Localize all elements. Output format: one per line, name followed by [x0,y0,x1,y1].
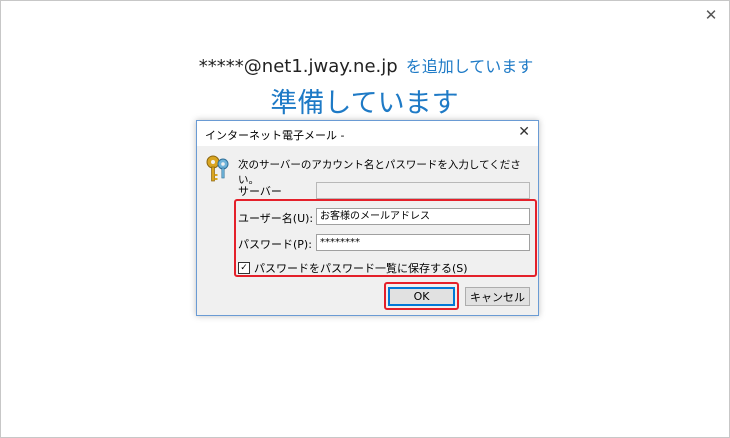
server-label: サーバー [238,185,282,198]
account-adding-line: *****@net1.jway.ne.jp を追加しています [1,53,730,77]
server-field [316,182,530,199]
username-input[interactable]: お客様のメールアドレス [316,208,530,225]
preparing-status: 準備しています [270,88,459,119]
account-email: *****@net1.jway.ne.jp [198,56,398,77]
outlook-setup-window: ✕ *****@net1.jway.ne.jp を追加しています 準備しています … [0,0,730,438]
username-label: ユーザー名(U): [238,212,314,225]
password-input[interactable]: ******** [316,234,530,251]
window-close-icon[interactable]: ✕ [703,7,719,23]
keys-icon [206,155,229,182]
save-password-option[interactable]: ✓ パスワードをパスワード一覧に保存する(S) [238,260,468,276]
password-label: パスワード(P): [238,238,312,251]
ok-button[interactable]: OK [388,287,455,306]
save-password-label: パスワードをパスワード一覧に保存する(S) [254,262,468,275]
internet-email-dialog: インターネット電子メール - ✕ 次のサーバーのアカウント名とパスワードを入力し… [196,120,539,316]
dialog-titlebar: インターネット電子メール - ✕ [197,121,538,146]
cancel-button[interactable]: キャンセル [465,287,530,306]
dialog-close-icon[interactable]: ✕ [518,124,530,140]
dialog-title: インターネット電子メール - [205,129,345,142]
account-adding-text: を追加しています [405,57,534,76]
save-password-checkbox[interactable]: ✓ [238,262,250,274]
